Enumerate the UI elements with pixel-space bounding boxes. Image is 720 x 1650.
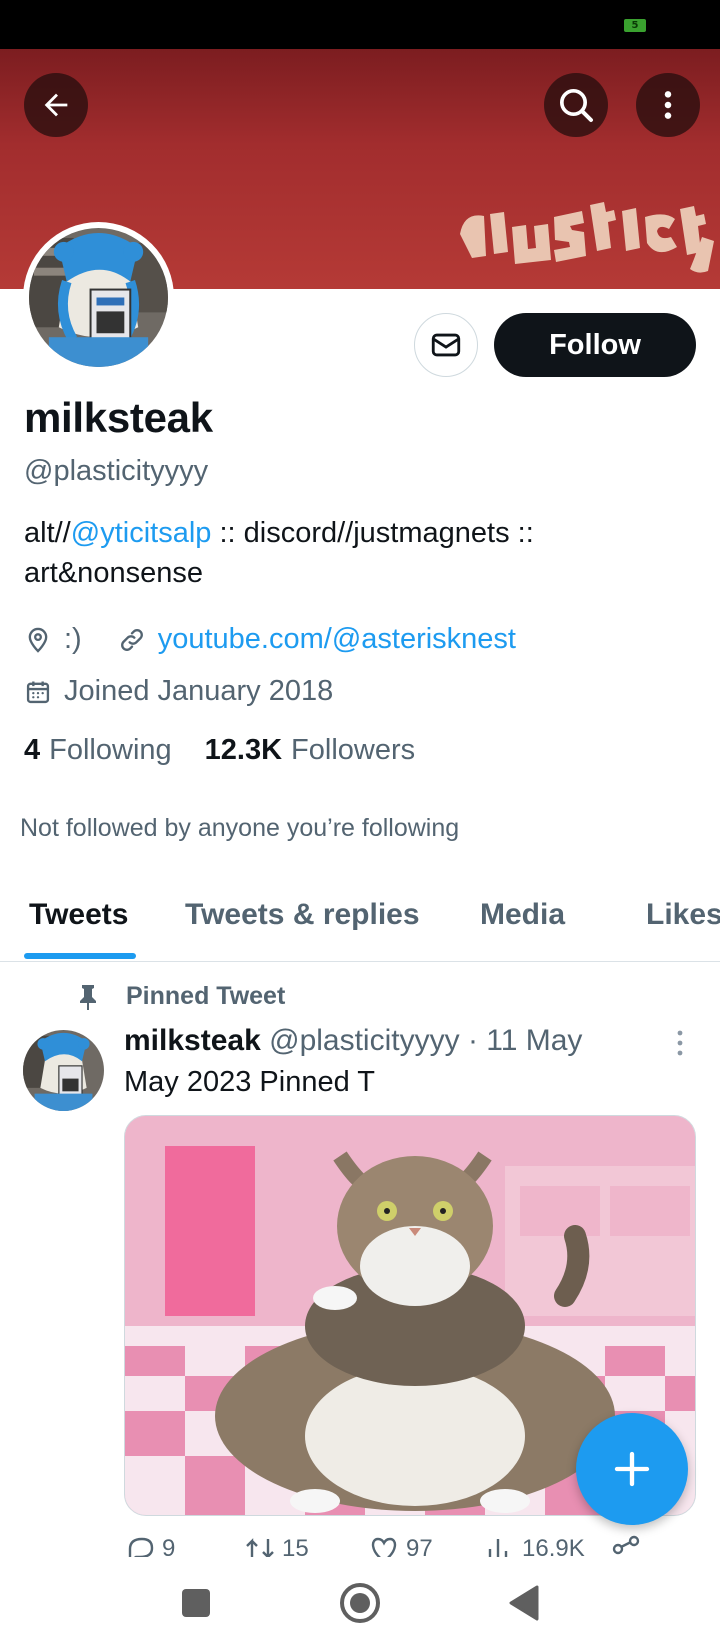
profile-meta-joined: Joined January 2018 (24, 675, 333, 708)
tweet-header: milksteak @plasticityyyy · 11 May (124, 1024, 582, 1058)
following-count: 4 (24, 734, 41, 766)
like-button[interactable]: 97 (368, 1535, 433, 1557)
reply-button[interactable]: 9 (124, 1535, 175, 1557)
compose-tweet-button[interactable] (576, 1413, 688, 1525)
battery-icon: 5 (624, 19, 646, 32)
tweet-author-avatar[interactable] (23, 1030, 104, 1111)
following-label: Following (49, 734, 172, 766)
circle-home-icon (340, 1583, 380, 1623)
tweet-date: · 11 May (467, 1024, 583, 1057)
more-button[interactable] (636, 73, 700, 137)
profile-website-link[interactable]: youtube.com/@asterisknest (158, 623, 516, 656)
back-button[interactable] (24, 73, 88, 137)
system-navigation-bar (0, 1557, 720, 1650)
arrow-left-icon (44, 93, 68, 117)
banner-logo-art (460, 202, 714, 273)
avatar-illustration (29, 228, 168, 367)
plus-icon (614, 1451, 650, 1487)
views-chart-icon (488, 1539, 508, 1557)
followers-label: Followers (291, 734, 416, 766)
tab-likes[interactable]: Likes (646, 898, 720, 932)
retweet-button[interactable]: 15 (244, 1535, 309, 1557)
profile-handle: @plasticityyyy (24, 455, 209, 487)
bio-prefix: alt// (24, 517, 71, 549)
tweet-author-handle: @plasticityyyy (269, 1024, 460, 1057)
share-icon (612, 1535, 640, 1555)
reply-icon (128, 1537, 154, 1557)
tab-media[interactable]: Media (480, 898, 565, 932)
profile-counts: 4 Following 12.3K Followers (24, 734, 448, 767)
search-button[interactable] (544, 73, 608, 137)
like-count: 97 (406, 1535, 433, 1557)
follow-button[interactable]: Follow (494, 313, 696, 377)
more-vertical-icon (664, 91, 672, 119)
followers-count-link[interactable]: 12.3K Followers (205, 734, 415, 767)
profile-avatar[interactable] (23, 222, 174, 373)
tweet-more-button[interactable] (670, 1028, 690, 1063)
profile-display-name: milksteak (24, 394, 213, 441)
pinned-tweet-text: Pinned Tweet (126, 982, 286, 1010)
message-button[interactable] (414, 313, 478, 377)
back-nav-button[interactable] (494, 1577, 554, 1629)
status-bar: 5 (0, 0, 720, 49)
calendar-icon (24, 678, 52, 706)
pinned-tweet-label: Pinned Tweet (76, 982, 285, 1011)
home-button[interactable] (330, 1577, 390, 1629)
profile-tabs: Tweets Tweets & replies Media Likes (0, 880, 720, 962)
square-icon (182, 1589, 210, 1617)
active-tab-indicator (24, 953, 136, 959)
location-pin-icon (24, 626, 52, 654)
reply-count: 9 (162, 1535, 176, 1557)
views-count: 16.9K (522, 1535, 585, 1557)
tweet-text: May 2023 Pinned T (124, 1066, 375, 1098)
triangle-back-icon (509, 1585, 539, 1621)
not-followed-notice: Not followed by anyone you’re following (20, 814, 460, 842)
avatar-illustration-small (23, 1030, 104, 1111)
retweet-icon (246, 1538, 274, 1557)
search-icon (560, 89, 593, 122)
bio-mention-link[interactable]: @yticitsalp (71, 517, 212, 549)
profile-location: :) (64, 623, 82, 655)
link-icon (118, 626, 146, 654)
more-vertical-icon (677, 1030, 683, 1056)
tab-tweets-and-replies[interactable]: Tweets & replies (185, 898, 420, 932)
recents-button[interactable] (166, 1577, 226, 1629)
heart-icon (371, 1537, 397, 1557)
profile-bio: alt//@yticitsalp :: discord//justmagnets… (24, 513, 684, 593)
envelope-icon (431, 333, 461, 357)
pin-icon (76, 983, 100, 1011)
following-count-link[interactable]: 4 Following (24, 734, 172, 767)
views-button[interactable]: 16.9K (484, 1535, 585, 1557)
share-button[interactable] (610, 1535, 648, 1557)
tab-tweets[interactable]: Tweets (29, 898, 128, 932)
retweet-count: 15 (282, 1535, 309, 1557)
tweet-author-name[interactable]: milksteak (124, 1024, 261, 1057)
tweet-actions: 9 15 97 16.9K (124, 1535, 696, 1557)
followers-count: 12.3K (204, 734, 283, 766)
profile-joined-date: Joined January 2018 (64, 675, 334, 707)
profile-meta-location-website: :) youtube.com/@asterisknest (24, 623, 516, 656)
